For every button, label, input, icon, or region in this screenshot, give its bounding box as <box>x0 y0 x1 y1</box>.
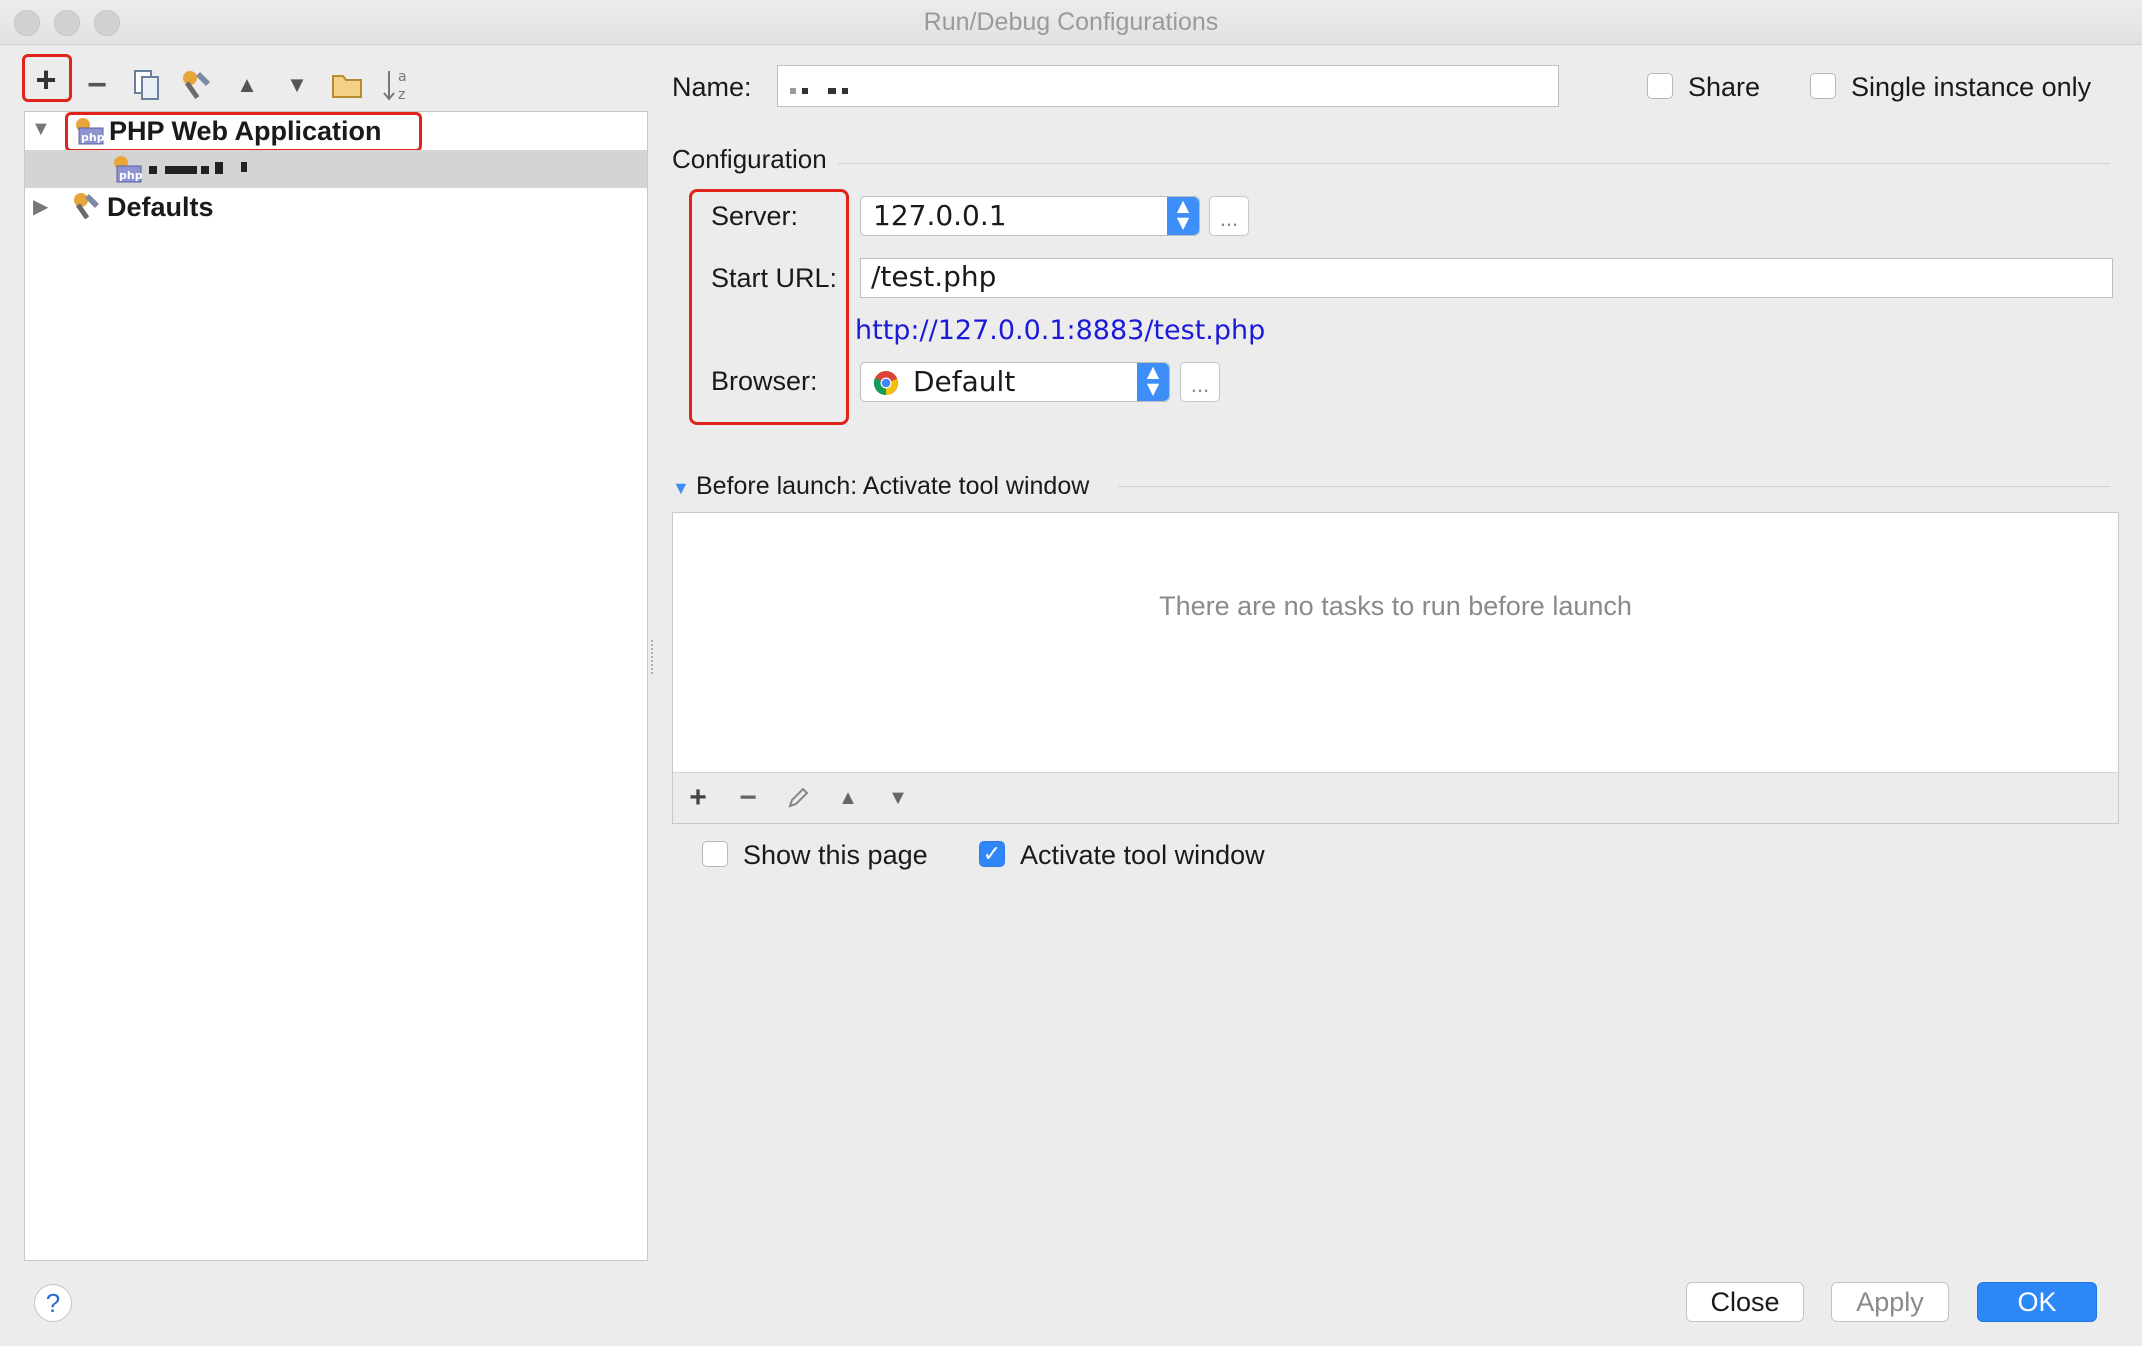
create-folder-button[interactable] <box>326 64 368 106</box>
resolved-url-link[interactable]: http://127.0.0.1:8883/test.php <box>855 315 1265 346</box>
server-select[interactable]: 127.0.0.1 ▲ ▼ <box>860 196 1200 236</box>
expand-arrow-icon[interactable]: ▼ <box>31 118 51 141</box>
edit-defaults-button[interactable] <box>176 64 218 106</box>
window-title: Run/Debug Configurations <box>923 8 1219 36</box>
svg-text:php: php <box>119 169 143 182</box>
title-bar: Run/Debug Configurations <box>0 0 2142 45</box>
empty-tasks-text: There are no tasks to run before launch <box>1159 591 1632 621</box>
redacted-mark <box>149 166 157 174</box>
single-instance-checkbox[interactable] <box>1810 73 1836 99</box>
php-icon: php <box>114 156 143 183</box>
redacted-mark <box>842 88 848 94</box>
select-arrows-icon: ▲ ▼ <box>1137 363 1169 401</box>
activate-tool-window-label: Activate tool window <box>1020 840 1265 870</box>
edit-task-button[interactable] <box>781 781 815 815</box>
tree-item-php-web-application[interactable]: ▼ php PHP Web Application <box>25 112 647 152</box>
triangle-down-icon: ▼ <box>888 787 908 809</box>
expand-arrow-icon[interactable]: ▶ <box>33 194 48 219</box>
show-page-label: Show this page <box>743 840 928 870</box>
browser-value: Default <box>913 365 1016 398</box>
remove-configuration-button[interactable]: − <box>76 64 118 106</box>
wrench-icon <box>74 193 99 220</box>
redacted-mark <box>215 162 223 174</box>
select-arrows-icon: ▲ ▼ <box>1167 197 1199 235</box>
tree-item-label: Defaults <box>107 192 214 222</box>
move-down-button[interactable]: ▼ <box>276 64 318 106</box>
browser-more-button[interactable]: ... <box>1180 362 1220 402</box>
close-button[interactable]: Close <box>1686 1282 1804 1322</box>
start-url-label: Start URL: <box>711 263 838 293</box>
redacted-mark <box>241 162 247 172</box>
browser-label: Browser: <box>711 366 818 396</box>
triangle-up-icon: ▲ <box>838 787 858 809</box>
splitter-handle[interactable] <box>651 640 657 674</box>
tree-item-defaults[interactable]: ▶ Defaults <box>25 188 647 226</box>
redacted-mark <box>828 88 836 94</box>
share-label: Share <box>1688 72 1761 102</box>
chrome-icon <box>873 371 898 396</box>
collapse-arrow-icon[interactable]: ▼ <box>672 478 690 499</box>
show-page-checkbox[interactable] <box>702 841 728 867</box>
before-launch-task-list[interactable]: There are no tasks to run before launch <box>672 512 2119 774</box>
redacted-mark <box>802 88 808 94</box>
wrench-icon <box>183 71 210 99</box>
share-checkbox[interactable] <box>1647 73 1673 99</box>
browser-select[interactable]: Default ▲ ▼ <box>860 362 1170 402</box>
ok-button[interactable]: OK <box>1977 1282 2097 1322</box>
redacted-mark <box>201 166 209 174</box>
section-divider <box>1118 486 2110 487</box>
copy-icon <box>134 70 159 100</box>
server-value: 127.0.0.1 <box>873 199 1007 232</box>
activate-tool-window-checkbox[interactable]: ✓ <box>979 841 1005 867</box>
add-task-button[interactable]: + <box>681 781 715 815</box>
name-label: Name: <box>672 72 752 102</box>
php-item-highlight <box>65 112 422 152</box>
configuration-tree[interactable]: ▼ php PHP Web Application php ▶ Defaults <box>24 111 648 1261</box>
before-launch-title: Before launch: Activate tool window <box>696 472 1090 500</box>
name-input[interactable] <box>777 65 1559 107</box>
single-instance-label: Single instance only <box>1851 72 2092 102</box>
move-task-down-button[interactable]: ▼ <box>881 781 915 815</box>
server-label: Server: <box>711 201 799 231</box>
apply-button[interactable]: Apply <box>1831 1282 1949 1322</box>
help-button[interactable]: ? <box>34 1284 72 1322</box>
triangle-down-icon: ▼ <box>286 72 308 97</box>
sort-alphabetically-button[interactable]: a z <box>376 64 418 106</box>
redacted-mark <box>790 88 796 94</box>
start-url-input[interactable]: /test.php <box>860 258 2113 298</box>
tasks-toolbar: + − ▲ ▼ <box>672 772 2119 824</box>
remove-task-button[interactable]: − <box>731 781 765 815</box>
sort-az-icon: a z <box>383 69 407 103</box>
add-button-highlight <box>22 54 72 102</box>
svg-text:z: z <box>398 87 405 103</box>
copy-configuration-button[interactable] <box>126 64 168 106</box>
move-up-button[interactable]: ▲ <box>226 64 268 106</box>
folder-icon <box>332 75 362 98</box>
tree-item-configuration[interactable]: php <box>25 150 647 188</box>
svg-text:a: a <box>398 69 407 85</box>
redacted-mark <box>165 166 197 174</box>
section-divider <box>838 163 2110 164</box>
pencil-icon <box>788 787 809 808</box>
triangle-up-icon: ▲ <box>236 72 258 97</box>
server-more-button[interactable]: ... <box>1209 196 1249 236</box>
move-task-up-button[interactable]: ▲ <box>831 781 865 815</box>
configuration-section-title: Configuration <box>672 144 827 174</box>
